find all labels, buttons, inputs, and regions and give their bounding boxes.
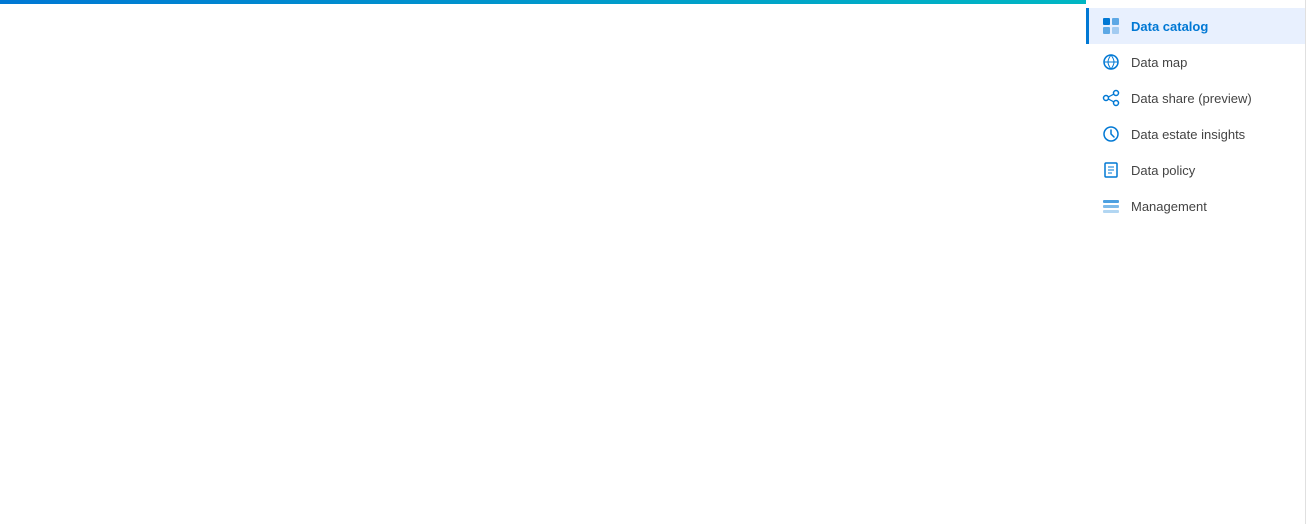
sidebar-item-label: Data policy (1131, 163, 1195, 178)
catalog-icon (1101, 16, 1121, 36)
policy-icon (1101, 160, 1121, 180)
share-icon (1101, 88, 1121, 108)
sidebar-item-label: Data share (preview) (1131, 91, 1252, 106)
insights-icon (1101, 124, 1121, 144)
sidebar-item-label: Data estate insights (1131, 127, 1245, 142)
sidebar: Data catalog Data map Data share (previe… (1086, 0, 1306, 524)
sidebar-item-label: Management (1131, 199, 1207, 214)
sidebar-item-data-estate[interactable]: Data estate insights (1086, 116, 1305, 152)
sidebar-item-data-share[interactable]: Data share (preview) (1086, 80, 1305, 116)
sidebar-item-data-policy[interactable]: Data policy (1086, 152, 1305, 188)
sidebar-item-management[interactable]: Management (1086, 188, 1305, 224)
sidebar-item-data-map[interactable]: Data map (1086, 44, 1305, 80)
sidebar-item-label: Data map (1131, 55, 1187, 70)
sidebar-item-label: Data catalog (1131, 19, 1208, 34)
top-accent-bar (0, 0, 1086, 4)
management-icon (1101, 196, 1121, 216)
sidebar-item-data-catalog[interactable]: Data catalog (1086, 8, 1305, 44)
map-icon (1101, 52, 1121, 72)
